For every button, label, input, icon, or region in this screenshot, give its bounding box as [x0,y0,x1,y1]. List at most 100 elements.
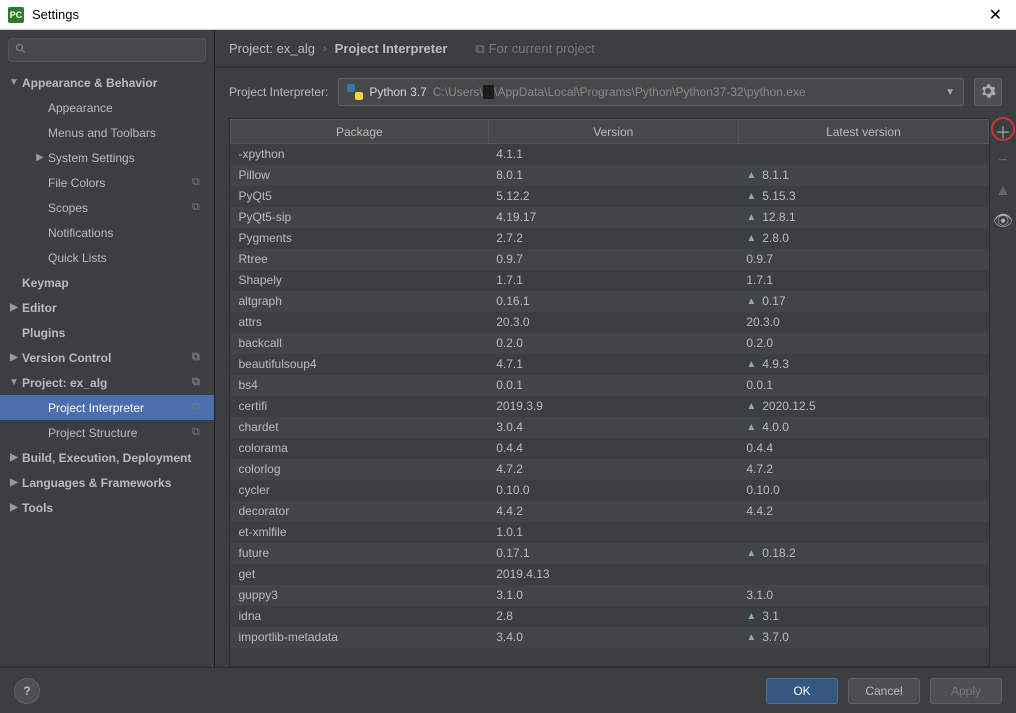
close-icon[interactable]: ✕ [983,5,1008,25]
search-icon [15,43,27,58]
sidebar-item[interactable]: Keymap [0,270,214,295]
sidebar-item[interactable]: Scopes⧉ [0,195,214,220]
remove-package-button[interactable]: − [992,150,1014,172]
upgrade-package-button[interactable]: ▲ [992,180,1014,202]
table-row[interactable]: decorator4.4.24.4.2 [231,501,989,522]
table-row[interactable]: altgraph0.16.1▲0.17 [231,291,989,312]
cell-package: Shapely [231,270,489,291]
interpreter-row: Project Interpreter: Python 3.7 C:\Users… [215,68,1016,118]
settings-sidebar: ▼Appearance & BehaviorAppearance Menus an… [0,30,215,667]
table-row[interactable]: colorama0.4.40.4.4 [231,438,989,459]
sidebar-item[interactable]: ▶Version Control⧉ [0,345,214,370]
cell-package: -xpython [231,144,489,165]
cell-latest: ▲2020.12.5 [738,396,988,417]
sidebar-item[interactable]: ▼Project: ex_alg⧉ [0,370,214,395]
cell-package: colorlog [231,459,489,480]
cell-version: 3.1.0 [488,585,738,606]
sidebar-item[interactable]: Plugins [0,320,214,345]
table-row[interactable]: et-xmlfile1.0.1 [231,522,989,543]
cell-latest: ▲12.8.1 [738,207,988,228]
col-latest[interactable]: Latest version [738,120,988,144]
breadcrumb-project: Project: ex_alg [229,41,315,56]
plus-icon: ＋ [995,119,1011,143]
sidebar-search-input[interactable] [8,38,206,62]
cell-version: 2019.3.9 [488,396,738,417]
ok-button[interactable]: OK [766,678,838,704]
table-row[interactable]: certifi2019.3.9▲2020.12.5 [231,396,989,417]
sidebar-item[interactable]: Quick Lists [0,245,214,270]
sidebar-item[interactable]: ▶Editor [0,295,214,320]
upgrade-available-icon: ▲ [746,548,756,559]
sidebar-item[interactable]: ▼Appearance & Behavior [0,70,214,95]
table-row[interactable]: guppy33.1.03.1.0 [231,585,989,606]
python-icon [347,84,363,100]
sidebar-item[interactable]: Menus and Toolbars [0,120,214,145]
table-row[interactable]: PyQt55.12.2▲5.15.3 [231,186,989,207]
sidebar-item[interactable]: File Colors⧉ [0,170,214,195]
table-row[interactable]: colorlog4.7.24.7.2 [231,459,989,480]
sidebar-item[interactable]: ▶System Settings [0,145,214,170]
col-version[interactable]: Version [488,120,738,144]
cell-version: 3.0.4 [488,417,738,438]
sidebar-item-label: Version Control [22,351,192,365]
table-row[interactable]: Pygments2.7.2▲2.8.0 [231,228,989,249]
project-scope-icon: ⧉ [192,376,208,389]
apply-button[interactable]: Apply [930,678,1002,704]
interpreter-settings-button[interactable] [974,78,1002,106]
sidebar-item-label: Notifications [48,226,214,240]
interpreter-label: Project Interpreter: [229,85,328,99]
chevron-down-icon: ▼ [945,87,955,98]
show-early-releases-button[interactable]: 👁 [992,210,1014,232]
table-row[interactable]: PyQt5-sip4.19.17▲12.8.1 [231,207,989,228]
table-row[interactable]: Pillow8.0.1▲8.1.1 [231,165,989,186]
breadcrumb-sep-icon: › [323,43,327,55]
interpreter-dropdown[interactable]: Python 3.7 C:\Users\ \AppData\Local\Prog… [338,78,964,106]
project-scope-icon: ⧉ [192,176,208,189]
table-row[interactable]: cycler0.10.00.10.0 [231,480,989,501]
table-row[interactable]: beautifulsoup44.7.1▲4.9.3 [231,354,989,375]
sidebar-item[interactable]: Project Structure⧉ [0,420,214,445]
cell-latest: 0.0.1 [738,375,988,396]
cell-package: PyQt5 [231,186,489,207]
table-row[interactable]: backcall0.2.00.2.0 [231,333,989,354]
sidebar-item-label: Menus and Toolbars [48,126,214,140]
cell-latest: 0.9.7 [738,249,988,270]
table-row[interactable]: Rtree0.9.70.9.7 [231,249,989,270]
cell-package: colorama [231,438,489,459]
cell-version: 8.0.1 [488,165,738,186]
table-row[interactable]: Shapely1.7.11.7.1 [231,270,989,291]
sidebar-item[interactable]: Project Interpreter⧉ [0,395,214,420]
cell-latest: ▲0.18.2 [738,543,988,564]
cell-latest: 3.1.0 [738,585,988,606]
current-project-hint: ⧉ For current project [475,41,595,57]
sidebar-item[interactable]: ▶Tools [0,495,214,520]
help-button[interactable]: ? [14,678,40,704]
table-row[interactable]: idna2.8▲3.1 [231,606,989,627]
col-package[interactable]: Package [231,120,489,144]
window-titlebar: PC Settings ✕ [0,0,1016,30]
table-row[interactable]: get2019.4.13 [231,564,989,585]
cell-version: 0.17.1 [488,543,738,564]
table-row[interactable]: -xpython4.1.1 [231,144,989,165]
sidebar-item[interactable]: Notifications [0,220,214,245]
cell-latest: 4.7.2 [738,459,988,480]
cell-version: 0.0.1 [488,375,738,396]
sidebar-item-label: Editor [22,301,214,315]
sidebar-item-label: Quick Lists [48,251,214,265]
cell-version: 2019.4.13 [488,564,738,585]
sidebar-item[interactable]: Appearance [0,95,214,120]
cell-version: 5.12.2 [488,186,738,207]
sidebar-item-label: Plugins [22,326,214,340]
table-row[interactable]: bs40.0.10.0.1 [231,375,989,396]
table-row[interactable]: attrs20.3.020.3.0 [231,312,989,333]
cancel-button[interactable]: Cancel [848,678,920,704]
sidebar-item[interactable]: ▶Languages & Frameworks [0,470,214,495]
tree-arrow-icon: ▼ [6,77,22,88]
add-package-button[interactable]: ＋ [992,120,1014,142]
cell-version: 0.16.1 [488,291,738,312]
table-row[interactable]: importlib-metadata3.4.0▲3.7.0 [231,627,989,648]
gear-icon [980,83,996,102]
sidebar-item[interactable]: ▶Build, Execution, Deployment [0,445,214,470]
table-row[interactable]: future0.17.1▲0.18.2 [231,543,989,564]
table-row[interactable]: chardet3.0.4▲4.0.0 [231,417,989,438]
